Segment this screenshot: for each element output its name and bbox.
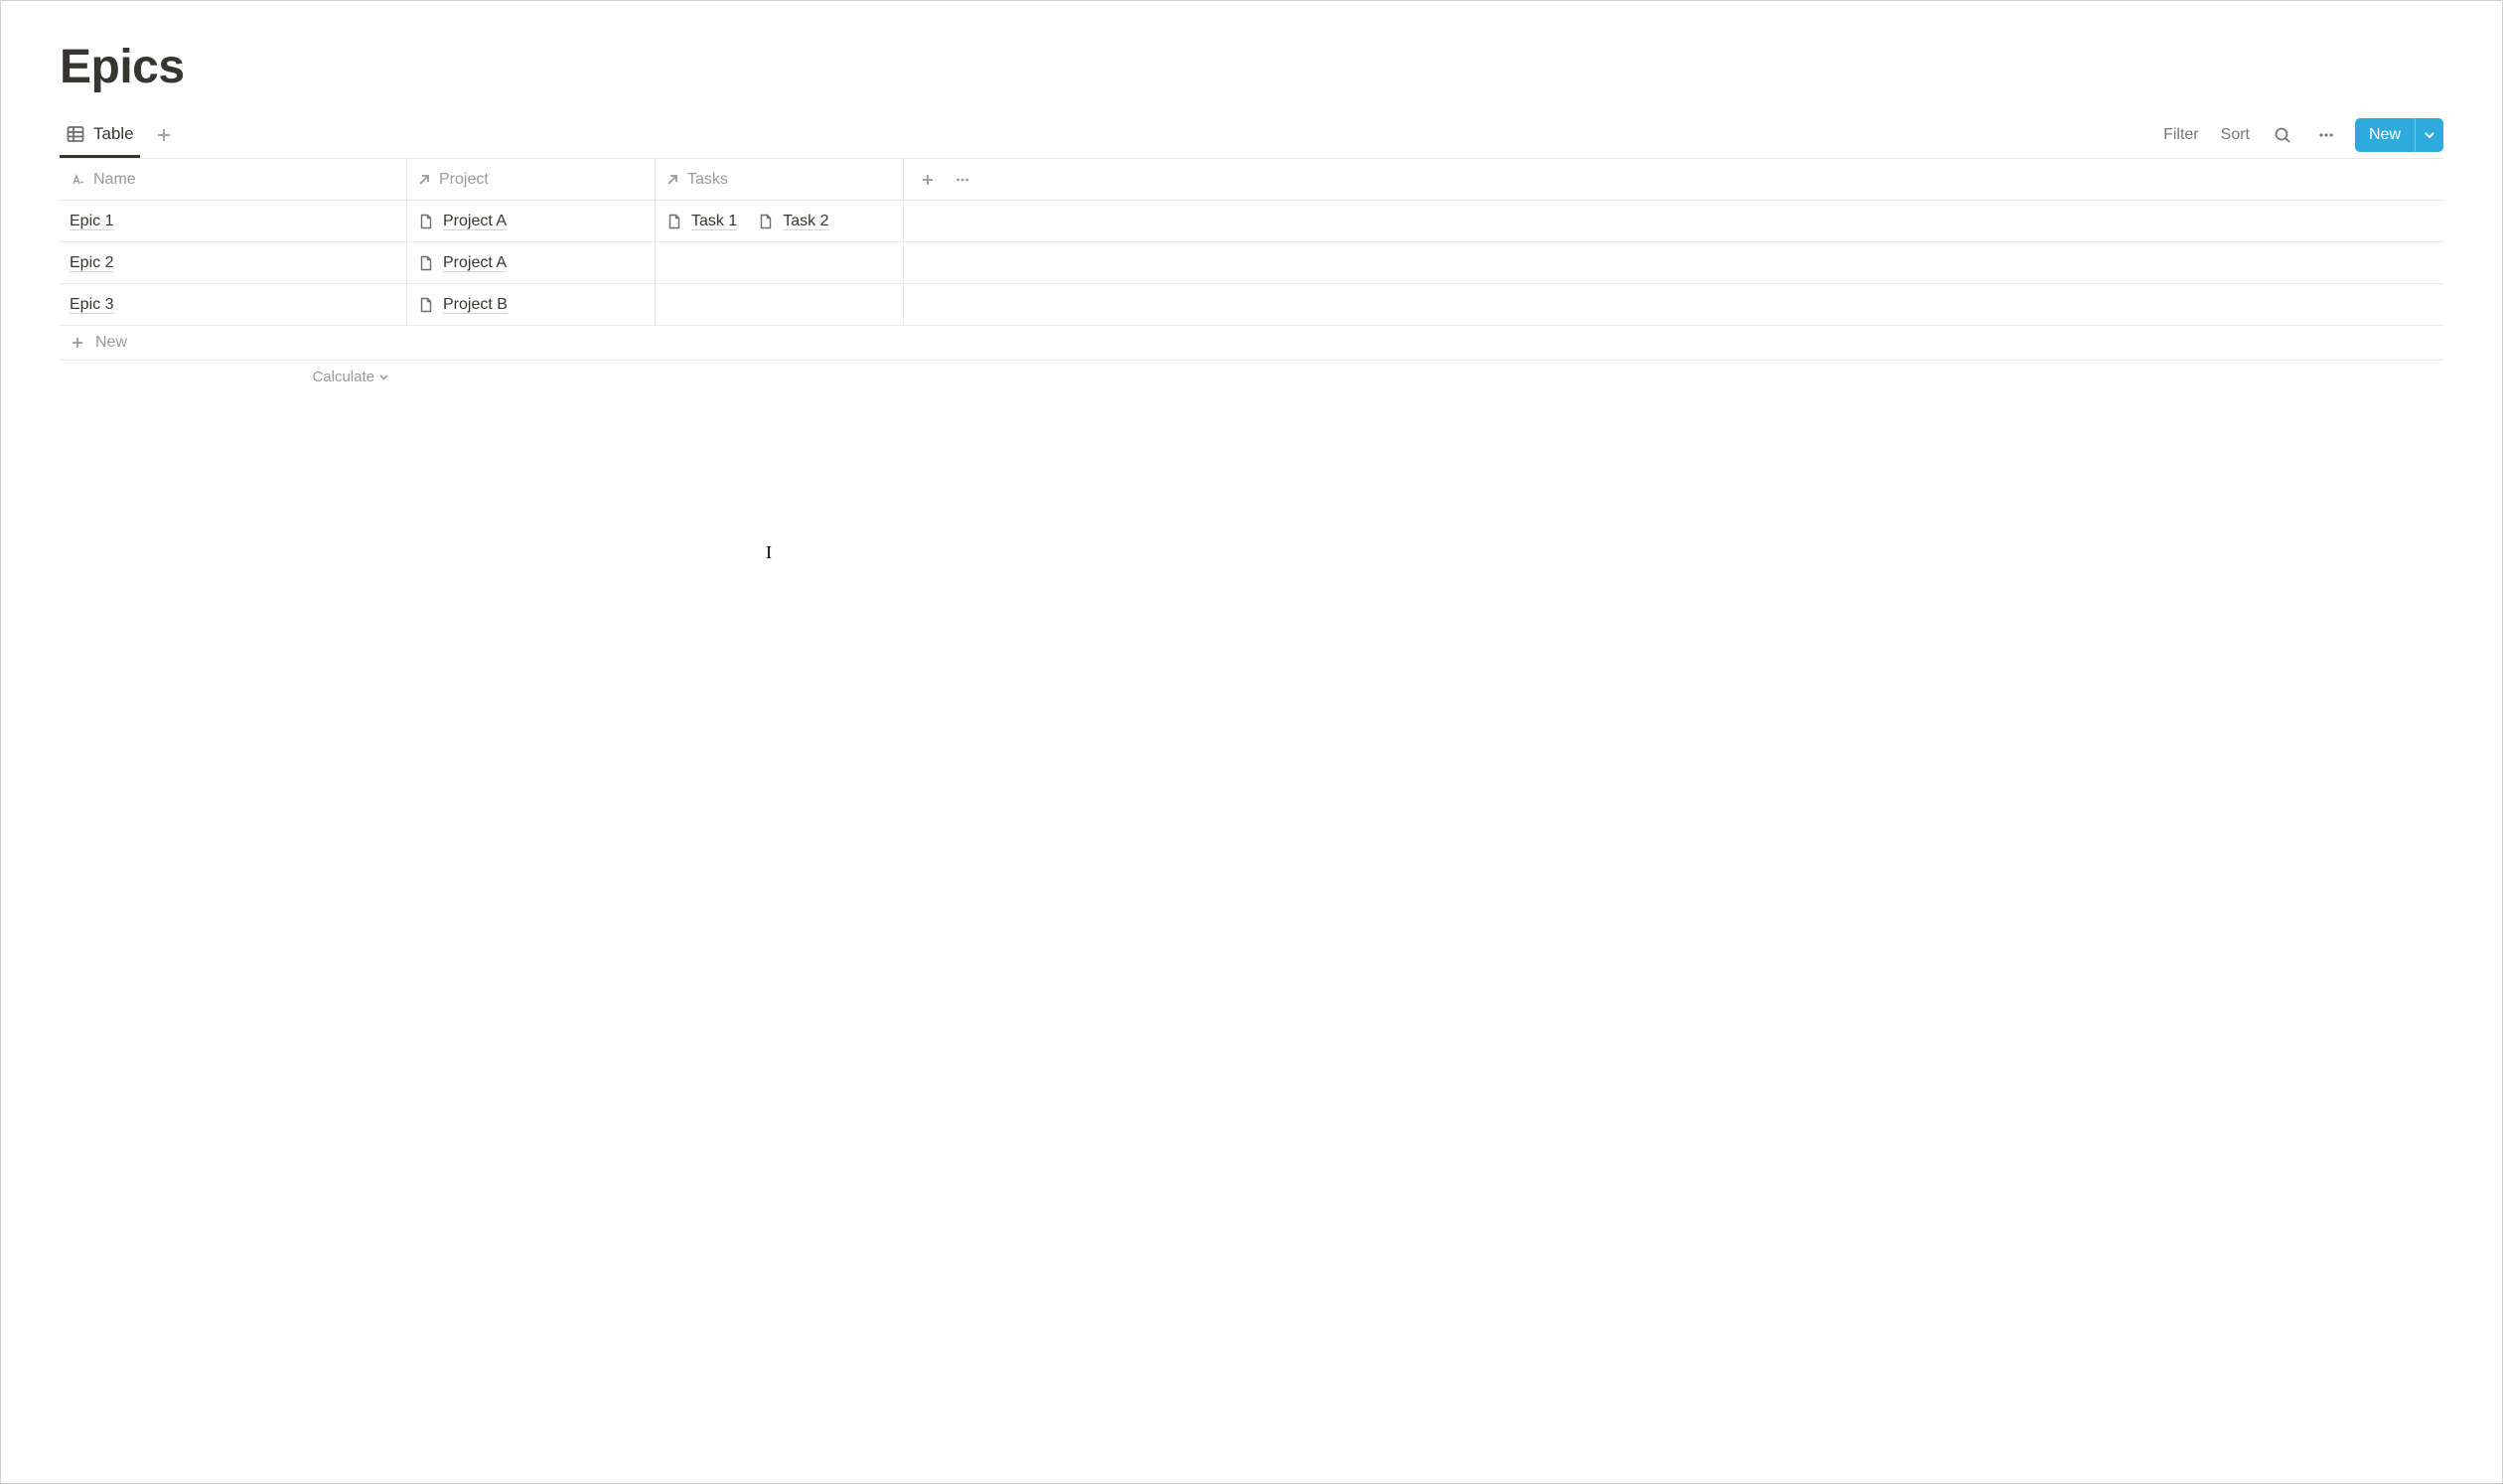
calculate-label: Calculate	[312, 369, 374, 385]
project-chip[interactable]: Project A	[417, 254, 507, 272]
search-button[interactable]	[2268, 120, 2297, 150]
tab-table[interactable]: Table	[60, 112, 140, 158]
cell-extra[interactable]	[904, 284, 2443, 325]
relation-icon	[665, 173, 679, 187]
table-header: Name Project Tasks	[60, 159, 2443, 201]
page-icon	[417, 213, 435, 230]
page-title[interactable]: Epics	[60, 40, 2443, 94]
add-row-label: New	[95, 334, 127, 352]
calculate-button[interactable]: Calculate	[60, 369, 407, 385]
page-icon	[757, 213, 775, 230]
project-chip[interactable]: Project B	[417, 296, 508, 314]
column-tasks-label: Tasks	[687, 171, 728, 189]
add-view-button[interactable]	[150, 121, 178, 149]
cell-project[interactable]: Project A	[407, 201, 656, 241]
page-icon	[417, 296, 435, 314]
project-label: Project A	[443, 213, 507, 230]
new-button-dropdown[interactable]	[2415, 118, 2443, 152]
table-row: Epic 1 Project A Task 1 Task 2	[60, 201, 2443, 242]
add-row-button[interactable]: New	[60, 326, 2443, 361]
task-chip[interactable]: Task 2	[757, 213, 828, 230]
column-extra	[904, 159, 2443, 200]
cell-extra[interactable]	[904, 242, 2443, 283]
column-project[interactable]: Project	[407, 159, 656, 200]
cell-name[interactable]: Epic 2	[60, 242, 407, 283]
task-label: Task 1	[691, 213, 737, 230]
project-chip[interactable]: Project A	[417, 213, 507, 230]
filter-button[interactable]: Filter	[2159, 124, 2203, 146]
new-button-main[interactable]: New	[2355, 118, 2415, 152]
table-row: Epic 2 Project A	[60, 242, 2443, 284]
epic-name[interactable]: Epic 1	[70, 213, 113, 230]
page-icon	[665, 213, 683, 230]
cell-project[interactable]: Project A	[407, 242, 656, 283]
page-icon	[417, 254, 435, 272]
table-row: Epic 3 Project B	[60, 284, 2443, 326]
epics-table: Name Project Tasks	[60, 158, 2443, 361]
cell-tasks[interactable]: Task 1 Task 2	[656, 201, 904, 241]
column-project-label: Project	[439, 171, 489, 189]
cell-name[interactable]: Epic 1	[60, 201, 407, 241]
cell-tasks[interactable]	[656, 242, 904, 283]
right-controls: Filter Sort New	[2159, 118, 2443, 152]
add-column-button[interactable]	[920, 172, 936, 188]
project-label: Project A	[443, 254, 507, 272]
epic-name[interactable]: Epic 2	[70, 254, 113, 272]
cell-extra[interactable]	[904, 201, 2443, 241]
more-button[interactable]	[2311, 120, 2341, 150]
project-label: Project B	[443, 296, 508, 314]
text-property-icon	[70, 172, 85, 188]
tab-table-label: Table	[93, 124, 134, 144]
chevron-down-icon	[378, 371, 389, 382]
table-icon	[66, 124, 85, 144]
relation-icon	[417, 173, 431, 187]
task-label: Task 2	[783, 213, 828, 230]
epic-name[interactable]: Epic 3	[70, 296, 113, 314]
column-name[interactable]: Name	[60, 159, 407, 200]
task-chip[interactable]: Task 1	[665, 213, 737, 230]
text-cursor: I	[766, 542, 772, 563]
new-button: New	[2355, 118, 2443, 152]
tabs: Table	[60, 112, 178, 158]
column-tasks[interactable]: Tasks	[656, 159, 904, 200]
cell-project[interactable]: Project B	[407, 284, 656, 325]
cell-name[interactable]: Epic 3	[60, 284, 407, 325]
column-more-button[interactable]	[954, 171, 971, 189]
cell-tasks[interactable]	[656, 284, 904, 325]
column-name-label: Name	[93, 171, 136, 189]
plus-icon	[70, 335, 85, 351]
view-controls: Table Filter Sort New	[60, 112, 2443, 158]
sort-button[interactable]: Sort	[2217, 124, 2254, 146]
calculate-row: Calculate	[60, 361, 2443, 393]
